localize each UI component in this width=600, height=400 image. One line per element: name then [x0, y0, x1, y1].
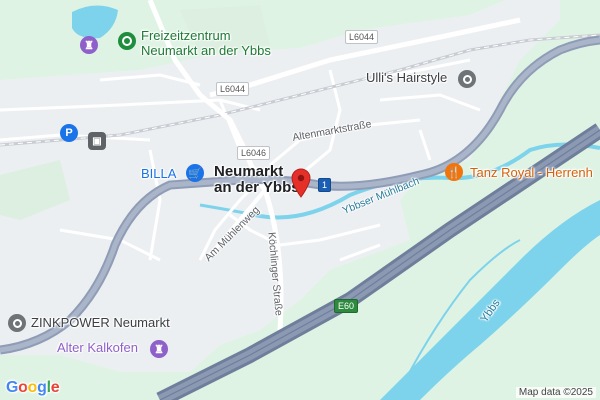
poi-label-billa[interactable]: BILLA — [141, 166, 176, 181]
train-icon[interactable]: ▣ — [88, 132, 106, 150]
castle-icon[interactable]: ♜ — [80, 36, 98, 54]
poi-label-line: Neumarkt an der Ybbs — [141, 43, 271, 58]
town-label-line: an der Ybbs — [214, 179, 300, 196]
road-shield-l6044: L6044 — [216, 82, 250, 96]
road-shield-l6046: L6046 — [237, 146, 271, 160]
pond — [72, 5, 118, 39]
place-icon[interactable] — [118, 32, 136, 50]
road-shield-route-1: 1 — [318, 178, 332, 192]
poi-label-tanz-royal[interactable]: Tanz Royal - Herrenh — [470, 165, 593, 180]
parking-icon[interactable]: P — [60, 124, 78, 142]
poi-label-line: Freizeitzentrum — [141, 28, 231, 43]
google-logo[interactable]: Google — [6, 379, 60, 397]
poi-label-zinkpower[interactable]: ZINKPOWER Neumarkt — [31, 315, 170, 330]
castle-icon[interactable]: ♜ — [150, 340, 168, 358]
road-shield-e60: E60 — [334, 299, 359, 313]
restaurant-icon[interactable]: 🍴 — [445, 163, 463, 181]
town-label-line: Neumarkt — [214, 163, 284, 180]
place-icon[interactable] — [8, 314, 26, 332]
map-attribution[interactable]: Map data ©2025 — [515, 387, 596, 398]
poi-label-alter-kalkofen[interactable]: Alter Kalkofen — [57, 340, 138, 355]
map-canvas[interactable]: Altenmarktstraße Am Mühlenweg Köchlinger… — [0, 0, 600, 400]
poi-label-ullis-hairstyle[interactable]: Ulli's Hairstyle — [366, 70, 447, 85]
location-pin-icon[interactable] — [290, 168, 312, 198]
place-icon[interactable] — [458, 70, 476, 88]
town-label-neumarkt: Neumarkt an der Ybbs — [214, 164, 300, 196]
road-shield-l6044: L6044 — [345, 30, 379, 44]
poi-label-freizeitzentrum[interactable]: Freizeitzentrum Neumarkt an der Ybbs — [141, 28, 271, 58]
shopping-cart-icon[interactable]: 🛒 — [186, 164, 204, 182]
